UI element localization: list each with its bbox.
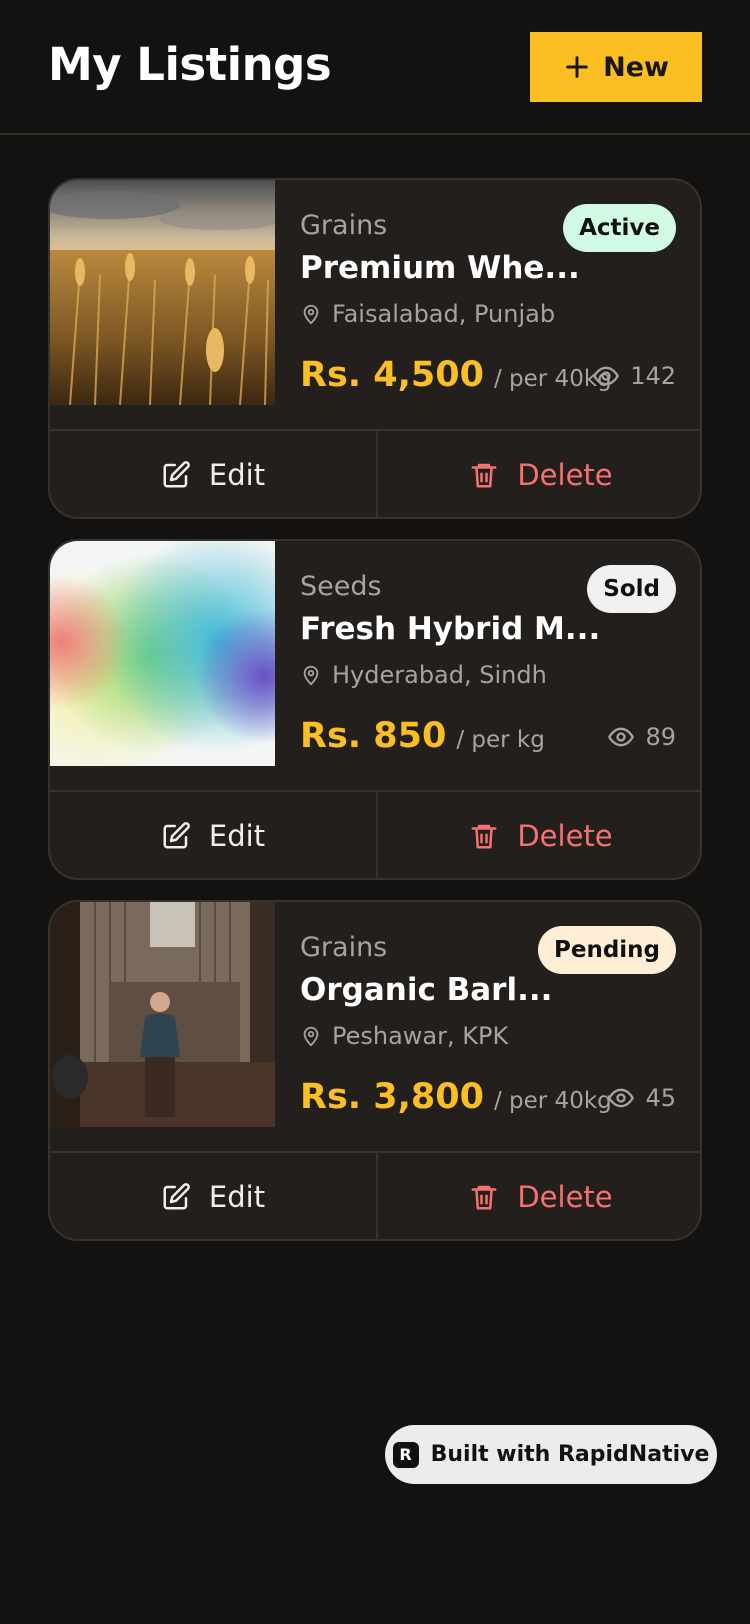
- price-value: Rs. 4,500: [300, 355, 484, 395]
- delete-label: Delete: [517, 1180, 613, 1214]
- rapidnative-logo-icon: R: [392, 1441, 419, 1468]
- edit-label: Edit: [208, 458, 266, 492]
- listing-name: Organic Barl...: [300, 972, 553, 1008]
- location-text: Hyderabad, Sindh: [332, 661, 547, 689]
- eye-icon: [608, 1088, 635, 1108]
- edit-icon: [163, 822, 190, 849]
- map-pin-icon: [303, 665, 319, 686]
- listing-category: Grains: [300, 932, 388, 963]
- listing-name: Premium Whe...: [300, 250, 580, 286]
- listing-card[interactable]: Grains Organic Barl... Pending Peshawar,…: [48, 900, 702, 1241]
- price-value: Rs. 3,800: [300, 1077, 484, 1117]
- trash-icon: [471, 824, 497, 849]
- edit-button[interactable]: Edit: [50, 431, 378, 517]
- trash-icon: [471, 1185, 497, 1210]
- map-pin-icon: [303, 304, 319, 325]
- price-value: Rs. 850: [300, 716, 447, 756]
- delete-label: Delete: [517, 819, 613, 853]
- card-actions: Edit Delete: [50, 790, 700, 878]
- edit-label: Edit: [208, 1180, 266, 1214]
- plus-icon: [566, 56, 588, 78]
- card-actions: Edit Delete: [50, 1151, 700, 1239]
- price-unit: / per 40kg: [493, 1088, 612, 1114]
- view-count: 89: [607, 723, 676, 751]
- location-text: Faisalabad, Punjab: [332, 300, 556, 328]
- listing-card[interactable]: Seeds Fresh Hybrid M... Sold Hyderabad, …: [48, 539, 702, 880]
- listing-image-wheat: [50, 180, 275, 405]
- delete-button[interactable]: Delete: [378, 792, 700, 878]
- eye-icon: [608, 727, 635, 747]
- listing-name: Fresh Hybrid M...: [300, 611, 601, 647]
- edit-icon: [163, 461, 190, 488]
- status-badge: Active: [563, 204, 676, 252]
- edit-button[interactable]: Edit: [50, 792, 378, 878]
- listing-price: Rs. 3,800 / per 40kg: [300, 1077, 612, 1117]
- delete-button[interactable]: Delete: [378, 431, 700, 517]
- delete-label: Delete: [517, 458, 613, 492]
- listing-category: Grains: [300, 210, 388, 241]
- location-text: Peshawar, KPK: [332, 1022, 509, 1050]
- map-pin-icon: [303, 1026, 319, 1047]
- listing-card[interactable]: Grains Premium Whe... Active Faisalabad,…: [48, 178, 702, 519]
- price-unit: / per kg: [456, 727, 545, 753]
- listing-location: Faisalabad, Punjab: [300, 300, 555, 328]
- views-text: 89: [645, 723, 676, 751]
- views-text: 45: [645, 1084, 676, 1112]
- header: My Listings New: [0, 0, 750, 135]
- listing-category: Seeds: [300, 571, 382, 602]
- delete-button[interactable]: Delete: [378, 1153, 700, 1239]
- view-count: 142: [592, 362, 676, 390]
- edit-label: Edit: [208, 819, 266, 853]
- trash-icon: [471, 463, 497, 488]
- listing-image-barn: [50, 902, 275, 1127]
- listing-location: Hyderabad, Sindh: [300, 661, 547, 689]
- new-listing-button[interactable]: New: [530, 32, 702, 102]
- new-button-label: New: [603, 51, 669, 83]
- views-text: 142: [630, 362, 676, 390]
- eye-icon: [593, 366, 620, 386]
- listing-price: Rs. 4,500 / per 40kg: [300, 355, 612, 395]
- edit-button[interactable]: Edit: [50, 1153, 378, 1239]
- page-title: My Listings: [48, 38, 332, 91]
- built-with-label: Built with RapidNative: [430, 1442, 710, 1467]
- listing-location: Peshawar, KPK: [300, 1022, 508, 1050]
- status-badge: Sold: [587, 565, 676, 613]
- listing-price: Rs. 850 / per kg: [300, 716, 545, 756]
- listing-image-smoke: [50, 541, 275, 766]
- view-count: 45: [607, 1084, 676, 1112]
- edit-icon: [163, 1183, 190, 1210]
- card-actions: Edit Delete: [50, 429, 700, 517]
- built-with-badge[interactable]: R Built with RapidNative: [385, 1425, 717, 1484]
- status-badge: Pending: [537, 926, 676, 974]
